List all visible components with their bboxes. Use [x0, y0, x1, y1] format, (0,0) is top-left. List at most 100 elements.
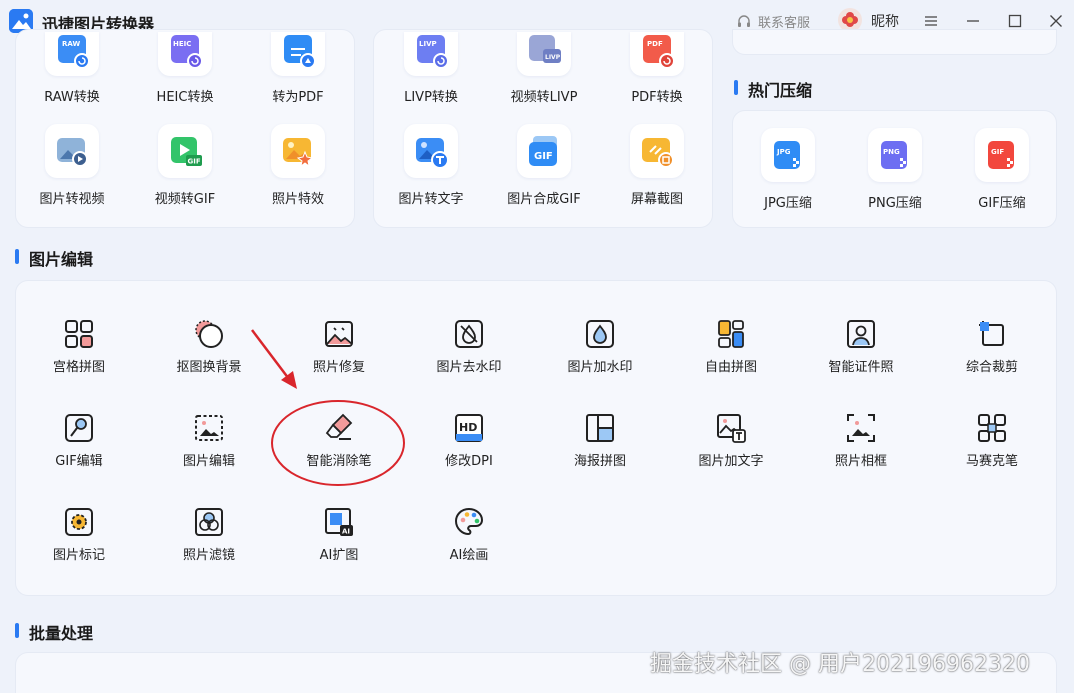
tool-jpg-compress[interactable]: JPG JPG压缩: [733, 128, 843, 211]
tool-livp-convert[interactable]: LIVP LIVP转换: [376, 32, 486, 105]
tool-label: 图片标记: [52, 548, 105, 563]
png-compress-icon: PNG: [868, 128, 922, 182]
tool-label: HEIC转换: [156, 90, 214, 105]
tool-video-to-livp[interactable]: LIVP 视频转LIVP: [489, 32, 599, 105]
tool-label: 图片编辑: [182, 454, 235, 469]
palette-icon: [454, 507, 484, 536]
support-label: 联系客服: [758, 16, 811, 31]
tool-label: LIVP转换: [404, 90, 458, 105]
tool-gif-compress[interactable]: GIF GIF压缩: [947, 128, 1057, 211]
ai-expand-icon: AI: [325, 508, 353, 536]
svg-text:AI: AI: [342, 528, 350, 536]
tool-raw-convert[interactable]: RAW RAW转换: [17, 32, 127, 105]
avatar-flower-icon: [842, 12, 858, 27]
add-watermark-icon: [586, 320, 614, 348]
tool-grid-collage[interactable]: 宫格拼图: [14, 318, 144, 375]
svg-text:JPG: JPG: [776, 148, 791, 156]
tool-cutout-background[interactable]: 抠图换背景: [144, 318, 274, 375]
minimize-icon: [967, 20, 979, 22]
tool-label: 智能证件照: [828, 360, 894, 375]
avatar[interactable]: [838, 8, 862, 32]
tool-mosaic-pen[interactable]: 马赛克笔: [927, 412, 1057, 469]
tool-label: 转为PDF: [272, 90, 324, 105]
tool-label: 图片转文字: [398, 192, 464, 207]
tool-heic-convert[interactable]: HEIC HEIC转换: [130, 32, 240, 105]
tool-photo-effects[interactable]: 照片特效: [243, 124, 353, 207]
headset-icon: [738, 14, 750, 27]
image-mark-icon: [65, 508, 93, 536]
tool-label: 马赛克笔: [965, 454, 1018, 469]
tool-label: 海报拼图: [573, 454, 626, 469]
pdf-convert-icon: PDF: [630, 32, 684, 76]
grid-icon: [65, 320, 93, 348]
tool-label: GIF编辑: [55, 454, 103, 469]
add-text-icon: [717, 414, 746, 443]
tool-poster-collage[interactable]: 海报拼图: [535, 412, 665, 469]
tool-add-watermark[interactable]: 图片加水印: [535, 318, 665, 375]
support-button[interactable]: 联系客服: [736, 12, 810, 31]
tool-crop[interactable]: 综合裁剪: [927, 318, 1057, 375]
tool-photo-frame[interactable]: 照片相框: [796, 412, 926, 469]
tool-ai-paint[interactable]: AI绘画: [404, 506, 534, 563]
tool-smart-eraser[interactable]: 智能消除笔: [274, 412, 404, 469]
svg-text:GIF: GIF: [534, 151, 553, 162]
free-collage-icon: [718, 320, 744, 348]
jpg-compress-icon: JPG: [761, 128, 815, 182]
svg-text:HD: HD: [459, 421, 477, 434]
svg-text:HEIC: HEIC: [173, 40, 191, 48]
image-to-text-icon: [404, 124, 458, 178]
tool-to-pdf[interactable]: 转为PDF: [243, 32, 353, 105]
tool-label: 智能消除笔: [306, 454, 372, 469]
cutout-icon: [195, 320, 223, 348]
tool-ai-expand[interactable]: AI AI扩图: [274, 506, 404, 563]
tool-image-mark[interactable]: 图片标记: [14, 506, 144, 563]
tool-pdf-convert[interactable]: PDF PDF转换: [602, 32, 712, 105]
remove-watermark-icon: [455, 320, 483, 348]
crop-icon: [979, 321, 1004, 346]
tool-label: 图片合成GIF: [507, 192, 581, 207]
heic-icon: HEIC: [158, 32, 212, 76]
tool-video-to-gif[interactable]: GIF 视频转GIF: [130, 124, 240, 207]
photo-frame-icon: [847, 414, 875, 442]
tool-remove-watermark[interactable]: 图片去水印: [404, 318, 534, 375]
tool-modify-dpi[interactable]: HD 修改DPI: [404, 412, 534, 469]
svg-text:PDF: PDF: [647, 40, 663, 48]
tool-label: 图片加文字: [698, 454, 764, 469]
tool-image-to-text[interactable]: 图片转文字: [376, 124, 486, 207]
tool-free-collage[interactable]: 自由拼图: [666, 318, 796, 375]
tool-label: 综合裁剪: [965, 360, 1018, 375]
tool-image-to-video[interactable]: 图片转视频: [17, 124, 127, 207]
tool-label: 视频转GIF: [154, 192, 216, 207]
svg-text:GIF: GIF: [188, 158, 201, 166]
tool-label: 屏幕截图: [630, 192, 683, 207]
tool-id-photo[interactable]: 智能证件照: [796, 318, 926, 375]
tool-png-compress[interactable]: PNG PNG压缩: [840, 128, 950, 211]
right-top-panel: [733, 30, 1056, 54]
tool-label: 图片转视频: [39, 192, 105, 207]
tool-label: 图片去水印: [436, 360, 502, 375]
tool-label: AI绘画: [449, 548, 489, 563]
tool-label: 修改DPI: [445, 454, 493, 469]
images-to-gif-icon: GIF: [517, 124, 571, 178]
tool-label: PDF转换: [631, 90, 683, 105]
to-pdf-icon: [271, 32, 325, 76]
nickname[interactable]: 昵称: [871, 11, 899, 31]
tool-photo-filter[interactable]: 照片滤镜: [144, 506, 274, 563]
maximize-icon: [1008, 14, 1022, 28]
tool-add-text[interactable]: 图片加文字: [666, 412, 796, 469]
tool-label: 照片特效: [271, 192, 324, 207]
tool-gif-edit[interactable]: GIF编辑: [14, 412, 144, 469]
tool-image-edit[interactable]: 图片编辑: [144, 412, 274, 469]
poster-collage-icon: [586, 414, 614, 442]
svg-text:LIVP: LIVP: [545, 54, 561, 61]
gif-compress-icon: GIF: [975, 128, 1029, 182]
hd-icon: HD: [455, 414, 483, 442]
tool-photo-restore[interactable]: 照片修复: [274, 318, 404, 375]
tool-screenshot[interactable]: 屏幕截图: [602, 124, 712, 207]
filter-icon: [195, 508, 223, 536]
tool-images-to-gif[interactable]: GIF 图片合成GIF: [489, 124, 599, 207]
video-to-livp-icon: LIVP: [517, 32, 571, 76]
livp-icon: LIVP: [404, 32, 458, 76]
tool-label: JPG压缩: [764, 196, 812, 211]
tool-label: 照片滤镜: [182, 548, 235, 563]
